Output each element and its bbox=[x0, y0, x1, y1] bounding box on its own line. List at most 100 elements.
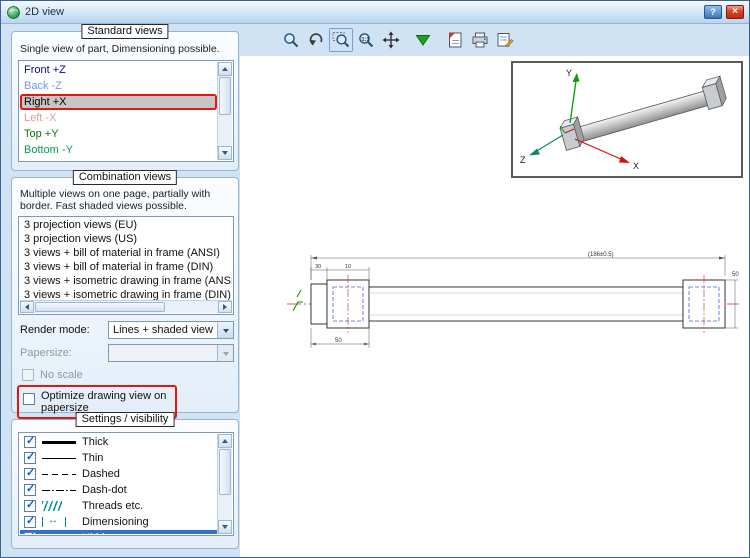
visibility-label: Hidden bbox=[82, 532, 117, 534]
print-icon bbox=[472, 32, 488, 48]
combination-list-item[interactable]: 3 projection views (US) bbox=[20, 232, 232, 246]
drawing-2d: (186±0.5) 30 10 50 50 bbox=[283, 247, 743, 365]
zoom-original-button[interactable]: 1:1 bbox=[354, 28, 378, 52]
combination-list-item[interactable]: 3 views + isometric drawing in frame (AN… bbox=[20, 274, 232, 288]
scroll-right-button[interactable] bbox=[218, 301, 232, 313]
zoom-window-button[interactable] bbox=[329, 28, 353, 52]
combination-list-item-label: 3 views + isometric drawing in frame (DI… bbox=[24, 289, 231, 300]
view-list-item-label: Front +Z bbox=[24, 64, 66, 76]
arrow-up-icon bbox=[222, 436, 228, 443]
combination-list-item-label: 3 projection views (US) bbox=[24, 233, 138, 245]
visibility-row[interactable]: Dash-dot bbox=[20, 482, 217, 498]
optimize-checkbox[interactable] bbox=[23, 393, 35, 405]
settings-visibility-group: Settings / visibility Thick Thin Das bbox=[11, 412, 239, 549]
line-style-sample bbox=[42, 485, 76, 495]
view-list-item[interactable]: Front +Z bbox=[20, 62, 217, 78]
visibility-row[interactable]: Dimensioning bbox=[20, 514, 217, 530]
view-list-item[interactable]: Left -X bbox=[20, 110, 217, 126]
undo-button[interactable] bbox=[304, 28, 328, 52]
visibility-row[interactable]: Hidden bbox=[20, 530, 217, 534]
visibility-checkbox[interactable] bbox=[24, 466, 36, 480]
combination-list-item[interactable]: 3 views + bill of material in frame (DIN… bbox=[20, 260, 232, 274]
pan-button[interactable] bbox=[379, 28, 403, 52]
visibility-row[interactable]: Dashed bbox=[20, 466, 217, 482]
view-list-item[interactable]: Top +Y bbox=[20, 126, 217, 142]
scrollbar-vertical[interactable] bbox=[217, 434, 232, 534]
print-button[interactable] bbox=[468, 28, 492, 52]
scroll-down-button[interactable] bbox=[218, 520, 232, 534]
standard-views-description: Single view of part, Dimensioning possib… bbox=[20, 43, 220, 55]
scroll-up-button[interactable] bbox=[218, 434, 232, 448]
visibility-label: Dashed bbox=[82, 468, 120, 480]
settings-list[interactable]: Thick Thin Dashed Dash-dot bbox=[20, 434, 217, 534]
combination-views-list[interactable]: 3 projection views (EU) 3 projection vie… bbox=[20, 218, 232, 300]
view-list-item-label: Top +Y bbox=[24, 128, 59, 140]
visibility-label: Dimensioning bbox=[82, 516, 149, 528]
line-style-sample bbox=[42, 501, 76, 511]
dialog-2d-view: 2D view ? × Standard views Single view o… bbox=[0, 0, 750, 558]
visibility-label: Thin bbox=[82, 452, 104, 464]
scrollbar-horizontal[interactable] bbox=[20, 300, 232, 313]
dim-a-label: 30 bbox=[315, 264, 321, 270]
line-style-sample bbox=[42, 469, 76, 479]
papersize-label: Papersize: bbox=[20, 347, 72, 359]
app-icon bbox=[7, 5, 20, 19]
line-style-sample bbox=[42, 437, 76, 447]
combination-list-item[interactable]: 3 projection views (EU) bbox=[20, 218, 232, 232]
frame-icon bbox=[449, 32, 462, 48]
svg-text:1:1: 1:1 bbox=[362, 37, 370, 43]
chevron-down-icon bbox=[222, 351, 229, 359]
no-scale-label: No scale bbox=[40, 369, 83, 381]
frame-button[interactable] bbox=[443, 28, 467, 52]
visibility-label: Dash-dot bbox=[82, 484, 127, 496]
scroll-thumb[interactable] bbox=[35, 302, 165, 312]
scroll-down-button[interactable] bbox=[218, 146, 232, 160]
scroll-thumb[interactable] bbox=[219, 77, 231, 115]
visibility-checkbox[interactable] bbox=[24, 434, 36, 448]
visibility-row[interactable]: Thin bbox=[20, 450, 217, 466]
scroll-thumb[interactable] bbox=[219, 449, 231, 495]
standard-views-group: Standard views Single view of part, Dime… bbox=[11, 24, 239, 171]
visibility-checkbox[interactable] bbox=[24, 450, 36, 464]
standard-views-list[interactable]: Front +Z Back -Z Right +X Left -X Top +Y… bbox=[20, 62, 217, 160]
view-list-item[interactable]: Back -Z bbox=[20, 78, 217, 94]
visibility-checkbox[interactable] bbox=[24, 530, 36, 534]
combination-views-group-label: Combination views bbox=[72, 170, 178, 185]
optimize-label: Optimize drawing view on papersize bbox=[41, 390, 167, 414]
preview-3d-image: Y Z X bbox=[520, 68, 727, 171]
combination-list-item-label: 3 views + bill of material in frame (DIN… bbox=[24, 261, 214, 273]
view-list-item[interactable]: Bottom -Y bbox=[20, 142, 217, 158]
preview-3d[interactable]: Y Z X bbox=[511, 61, 743, 178]
visibility-row[interactable]: Threads etc. bbox=[20, 498, 217, 514]
visibility-checkbox[interactable] bbox=[24, 498, 36, 512]
settings-visibility-group-label: Settings / visibility bbox=[75, 412, 175, 427]
combination-list-item[interactable]: 3 views + bill of material in frame (ANS… bbox=[20, 246, 232, 260]
combination-list-item[interactable]: 3 views + isometric drawing in frame (DI… bbox=[20, 288, 232, 300]
arrow-up-icon bbox=[222, 64, 228, 71]
line-style-sample bbox=[42, 533, 76, 534]
line-style-sample bbox=[42, 515, 76, 527]
zoom-button[interactable] bbox=[279, 28, 303, 52]
render-mode-select[interactable]: Lines + shaded view bbox=[108, 321, 234, 339]
dim-d-label: 50 bbox=[732, 272, 739, 278]
dim-b-label: 10 bbox=[345, 264, 351, 270]
close-button[interactable]: × bbox=[726, 5, 744, 19]
title-bar[interactable]: 2D view ? × bbox=[1, 1, 749, 24]
scrollbar-vertical[interactable] bbox=[217, 62, 232, 160]
export-drawing-button[interactable] bbox=[493, 28, 517, 52]
scroll-up-button[interactable] bbox=[218, 62, 232, 76]
scroll-left-button[interactable] bbox=[20, 301, 34, 313]
dropdown-arrow-icon[interactable] bbox=[217, 322, 233, 338]
green-triangle-down-icon bbox=[415, 35, 431, 46]
visibility-row[interactable]: Thick bbox=[20, 434, 217, 450]
view-direction-button[interactable] bbox=[411, 28, 435, 52]
combination-list-item-label: 3 views + bill of material in frame (ANS… bbox=[24, 247, 220, 259]
window-title: 2D view bbox=[25, 6, 65, 18]
visibility-checkbox[interactable] bbox=[24, 514, 36, 528]
view-list-item[interactable]: Right +X bbox=[20, 94, 217, 110]
view-list-item-label: Bottom -Y bbox=[24, 144, 73, 156]
help-button[interactable]: ? bbox=[704, 5, 722, 19]
standard-views-listbox: Front +Z Back -Z Right +X Left -X Top +Y… bbox=[18, 60, 234, 162]
visibility-checkbox[interactable] bbox=[24, 482, 36, 496]
combination-list-item-label: 3 projection views (EU) bbox=[24, 219, 138, 231]
